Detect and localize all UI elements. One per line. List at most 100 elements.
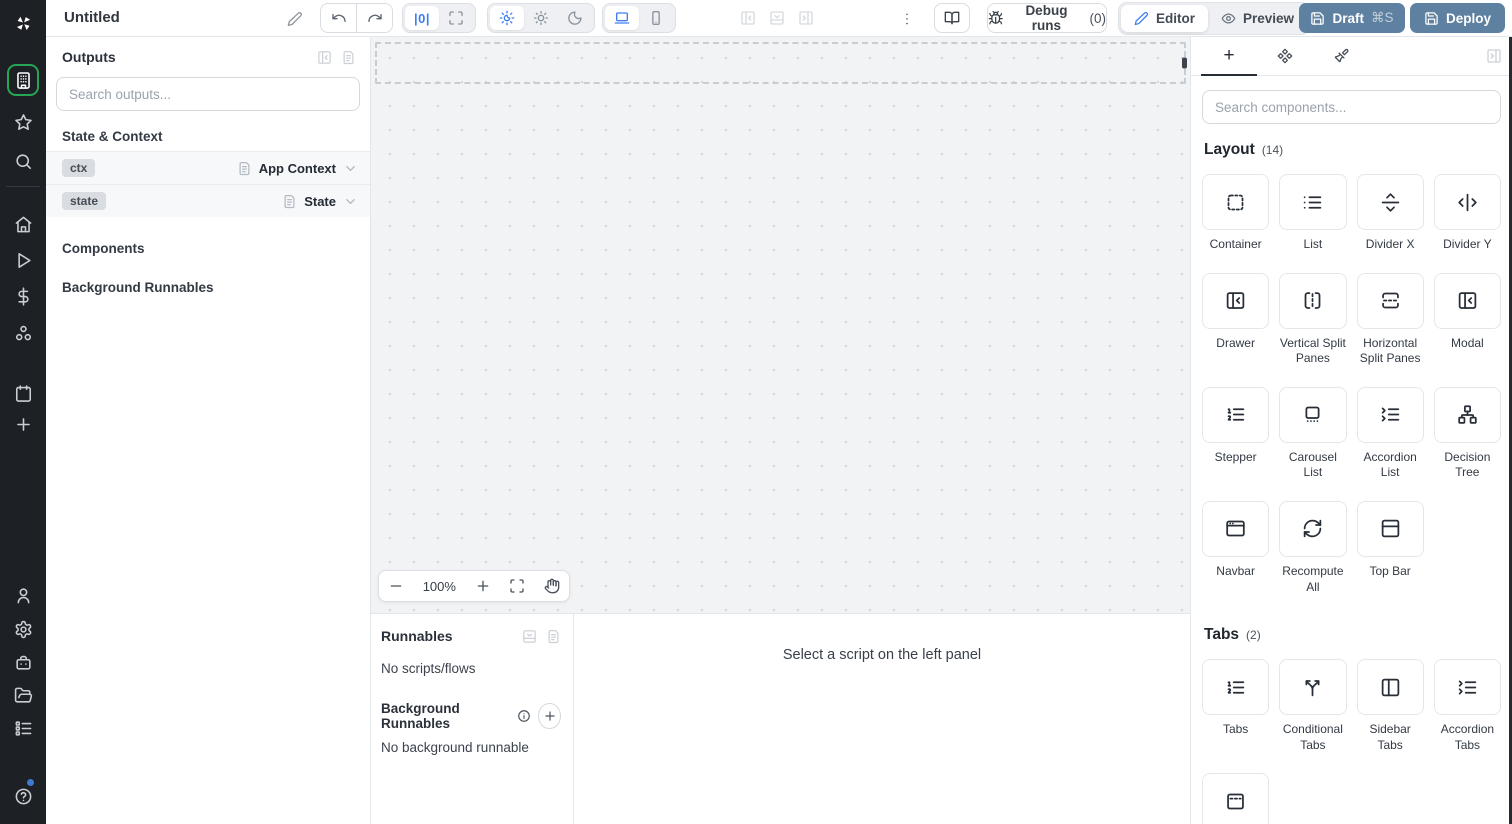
- component-tile[interactable]: [1279, 659, 1347, 716]
- component-tile[interactable]: [1202, 272, 1270, 329]
- zoom-level: 100%: [422, 578, 456, 594]
- rail-item-runs[interactable]: [7, 244, 39, 276]
- component-label: Modal: [1451, 335, 1484, 350]
- component-tile[interactable]: [1356, 272, 1424, 329]
- docs-button[interactable]: [934, 3, 970, 33]
- fit-view-button[interactable]: [509, 578, 525, 594]
- edit-title-button[interactable]: [282, 6, 308, 32]
- rail-item-workers[interactable]: [7, 646, 39, 678]
- editor-label: Editor: [1156, 11, 1195, 26]
- pan-button[interactable]: [544, 578, 560, 594]
- component-tile[interactable]: [1202, 659, 1270, 716]
- chevron-down-icon[interactable]: [343, 161, 358, 176]
- app-canvas[interactable]: 100%: [371, 37, 1190, 613]
- component-tile[interactable]: [1279, 272, 1347, 329]
- search-outputs-input[interactable]: [56, 77, 360, 111]
- component-tile[interactable]: [1202, 386, 1270, 443]
- rail-item-resources[interactable]: [7, 317, 39, 349]
- component-tile[interactable]: [1356, 386, 1424, 443]
- component-tile[interactable]: [1279, 500, 1347, 557]
- theme-light-button[interactable]: [524, 6, 558, 30]
- document-icon: [237, 161, 252, 176]
- panel-right-close-icon[interactable]: [798, 10, 814, 26]
- tabs-components-grid: Tabs Conditional Tabs Sidebar Tabs Accordio…: [1202, 659, 1501, 824]
- document-icon[interactable]: [341, 50, 356, 65]
- document-icon[interactable]: [546, 629, 561, 644]
- component-label: Accordion Tabs: [1440, 722, 1495, 752]
- component-cell: Conditional Tabs: [1279, 659, 1347, 753]
- rail-item-favorites[interactable]: [7, 106, 39, 138]
- component-tile[interactable]: [1356, 174, 1424, 230]
- component-tile[interactable]: [1202, 174, 1270, 230]
- zoom-in-button[interactable]: [475, 578, 491, 594]
- component-tile[interactable]: [1356, 500, 1424, 557]
- fullscreen-canvas-button[interactable]: [439, 6, 473, 30]
- panel-left-close-icon[interactable]: [740, 10, 756, 26]
- component-tile[interactable]: [1433, 659, 1501, 716]
- deploy-button[interactable]: Deploy: [1410, 3, 1505, 33]
- component-label: Sidebar Tabs: [1369, 722, 1411, 752]
- section-count: (14): [1261, 143, 1284, 157]
- rail-item-audit-logs[interactable]: [7, 712, 39, 744]
- divider-x-icon: [1380, 192, 1401, 213]
- draft-button[interactable]: Draft ⌘S: [1299, 3, 1405, 33]
- component-tile[interactable]: [1202, 500, 1270, 557]
- tab-component-settings[interactable]: [1257, 37, 1313, 76]
- rail-item-settings[interactable]: [7, 613, 39, 645]
- tab-insert-component[interactable]: +: [1201, 37, 1257, 76]
- desktop-view-button[interactable]: [605, 6, 639, 30]
- scan-icon: [509, 578, 525, 594]
- tab-styling[interactable]: [1313, 37, 1369, 76]
- component-label: Tabs: [1222, 722, 1249, 737]
- rail-item-home[interactable]: [7, 208, 39, 240]
- component-tile[interactable]: [1433, 174, 1501, 230]
- canvas-dropzone[interactable]: [375, 42, 1187, 84]
- add-background-runnable-button[interactable]: [538, 703, 561, 729]
- component-tile[interactable]: [1433, 386, 1501, 443]
- no-scripts-message: No scripts/flows: [381, 661, 476, 676]
- preview-tab[interactable]: Preview: [1208, 5, 1307, 32]
- rail-item-search[interactable]: [7, 145, 39, 177]
- zoom-out-button[interactable]: [388, 578, 404, 594]
- mobile-view-button[interactable]: [639, 6, 673, 30]
- editor-tab[interactable]: Editor: [1121, 5, 1208, 32]
- output-row-state[interactable]: state State: [46, 184, 370, 217]
- rail-item-variables[interactable]: [7, 280, 39, 312]
- collapse-panel-icon[interactable]: [317, 50, 332, 65]
- chevron-down-icon[interactable]: [343, 194, 358, 209]
- collapse-right-panel-icon[interactable]: [1486, 48, 1502, 64]
- search-components-input[interactable]: [1202, 90, 1501, 124]
- help-icon: [14, 787, 33, 806]
- rail-item-help[interactable]: [7, 778, 39, 812]
- windmill-logo-icon[interactable]: [7, 7, 39, 39]
- more-menu-button[interactable]: [894, 6, 920, 32]
- undo-button[interactable]: [321, 4, 356, 32]
- rail-item-create[interactable]: [7, 408, 39, 440]
- panel-bottom-close-icon[interactable]: [769, 10, 785, 26]
- select-script-message: Select a script on the left panel: [782, 647, 982, 663]
- redo-button[interactable]: [357, 4, 392, 32]
- component-tile[interactable]: [1433, 272, 1501, 329]
- plus-icon: +: [1223, 44, 1235, 66]
- component-tile[interactable]: [1279, 386, 1347, 443]
- resize-handle[interactable]: [1182, 57, 1187, 69]
- list-ordered-icon: [1225, 404, 1246, 425]
- theme-auto-button[interactable]: [490, 6, 524, 30]
- bottom-panel: Runnables No scripts/flows Background Ru…: [371, 613, 1190, 824]
- component-tile[interactable]: [1202, 773, 1270, 824]
- theme-dark-button[interactable]: [558, 6, 592, 30]
- output-row-ctx[interactable]: ctx App Context: [46, 151, 370, 184]
- debug-runs-label: Debug runs: [1025, 3, 1068, 33]
- layout-components-grid: Container List Divider X Divider Y Drawer Ver…: [1202, 174, 1501, 595]
- component-tile[interactable]: [1356, 659, 1424, 716]
- outline-toggle-button[interactable]: |0|: [405, 6, 439, 30]
- debug-runs-button[interactable]: Debug runs (0): [987, 3, 1107, 33]
- rail-item-schedules[interactable]: [7, 377, 39, 409]
- undo-redo-group: [320, 3, 393, 33]
- rail-item-folders[interactable]: [7, 679, 39, 711]
- rail-item-user[interactable]: [7, 579, 39, 611]
- sun-moon-icon: [499, 10, 515, 26]
- rail-item-app-builder[interactable]: [7, 64, 39, 96]
- collapse-panel-icon[interactable]: [522, 629, 537, 644]
- component-tile[interactable]: [1279, 174, 1347, 230]
